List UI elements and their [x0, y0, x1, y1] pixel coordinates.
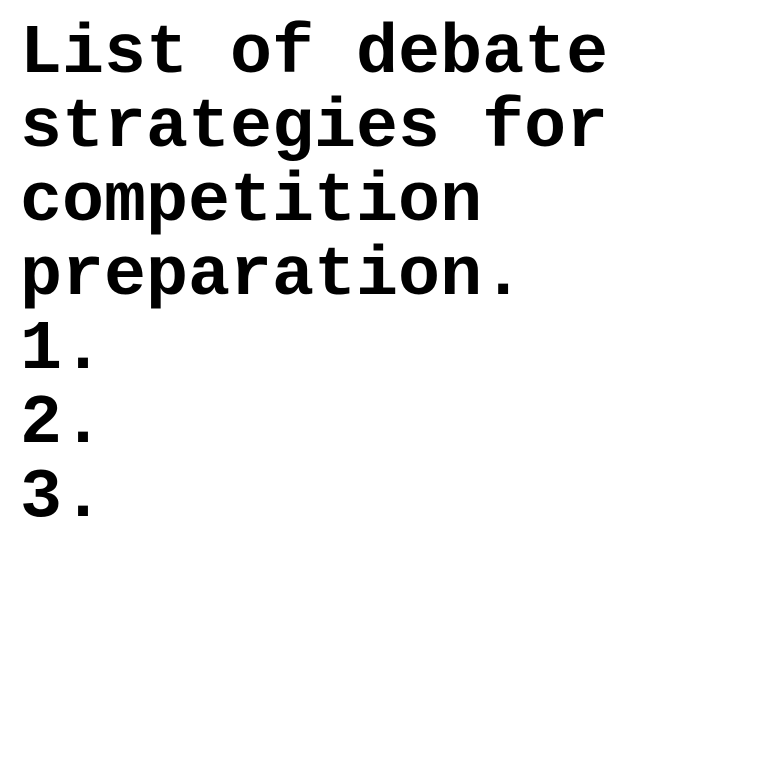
- list-item: 3.: [20, 459, 105, 538]
- list-item: 2.: [20, 385, 105, 464]
- document-page: List of debate strategies for competitio…: [20, 18, 750, 536]
- title-line: List of debate: [20, 15, 609, 94]
- list-item: 1.: [20, 311, 105, 390]
- title-line: strategies for: [20, 89, 609, 168]
- title-line: competition: [20, 163, 483, 242]
- numbered-list: 1. 2. 3.: [20, 314, 750, 536]
- title-line: preparation.: [20, 237, 525, 316]
- document-title: List of debate strategies for competitio…: [20, 18, 750, 314]
